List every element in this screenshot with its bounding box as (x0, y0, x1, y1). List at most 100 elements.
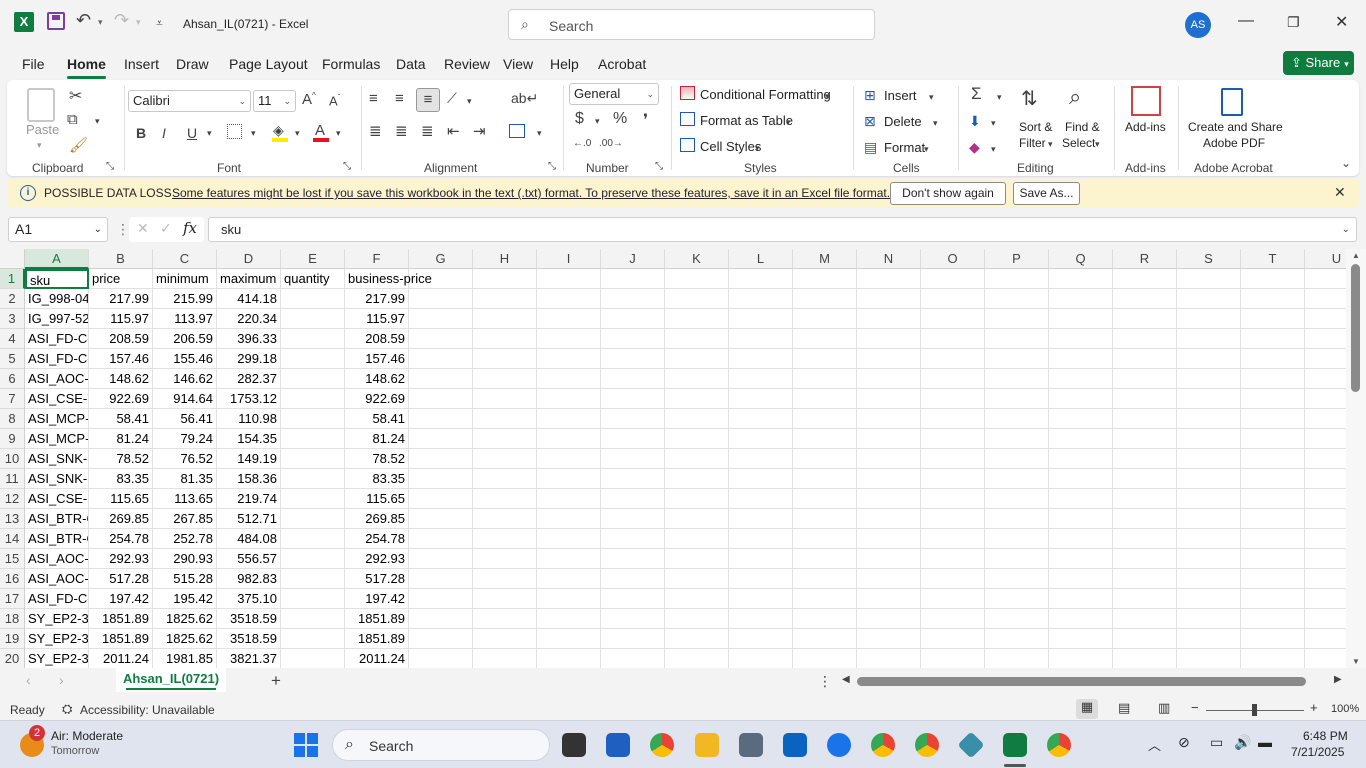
table-cell[interactable] (1049, 589, 1113, 609)
table-cell[interactable] (1177, 589, 1241, 609)
table-cell[interactable] (985, 569, 1049, 589)
paste-icon[interactable] (27, 88, 55, 122)
dialog-launcher-icon[interactable]: ⤡ (548, 161, 556, 172)
table-cell[interactable] (601, 649, 665, 669)
insert-cells-button[interactable]: Insert (884, 88, 917, 103)
table-cell[interactable]: 115.65 (89, 489, 153, 509)
tab-data[interactable]: Data (396, 56, 426, 72)
table-cell[interactable]: 110.98 (217, 409, 281, 429)
more-icon[interactable]: ⋮ (116, 221, 130, 238)
table-cell[interactable] (857, 409, 921, 429)
table-cell[interactable] (1113, 429, 1177, 449)
delete-cells-button[interactable]: Delete (884, 114, 922, 129)
table-cell[interactable] (1049, 529, 1113, 549)
table-cell[interactable] (665, 529, 729, 549)
table-cell[interactable]: 3821.37 (217, 649, 281, 669)
table-cell[interactable]: 375.10 (217, 589, 281, 609)
table-cell[interactable] (921, 609, 985, 629)
table-cell[interactable] (473, 389, 537, 409)
header-cell[interactable] (985, 269, 1049, 289)
chevron-down-icon[interactable]: ▾ (997, 92, 1002, 103)
table-cell[interactable]: 78.52 (89, 449, 153, 469)
merge-center-icon[interactable] (509, 124, 525, 138)
table-cell[interactable] (665, 409, 729, 429)
table-cell[interactable] (537, 349, 601, 369)
table-cell[interactable] (793, 349, 857, 369)
table-cell[interactable] (857, 369, 921, 389)
table-cell[interactable] (1241, 489, 1305, 509)
decrease-font-icon[interactable]: Aˇ (329, 93, 340, 108)
table-cell[interactable] (985, 549, 1049, 569)
chevron-down-icon[interactable]: ▾ (37, 140, 42, 151)
table-cell[interactable] (473, 609, 537, 629)
sort-filter-icon[interactable]: ⇅ (1021, 86, 1038, 111)
table-cell[interactable] (1113, 589, 1177, 609)
table-cell[interactable] (537, 389, 601, 409)
table-cell[interactable] (729, 529, 793, 549)
align-bottom-icon[interactable]: ≡ (416, 88, 440, 112)
table-cell[interactable]: ASI_CSE-7 (25, 389, 89, 409)
table-cell[interactable] (921, 309, 985, 329)
table-cell[interactable] (281, 309, 345, 329)
calculator-icon[interactable] (739, 733, 763, 757)
sort-filter-button[interactable]: Sort & (1019, 120, 1052, 134)
header-cell[interactable] (1177, 269, 1241, 289)
table-cell[interactable] (281, 589, 345, 609)
chevron-down-icon[interactable]: ▾ (336, 128, 341, 139)
table-cell[interactable]: 252.78 (153, 529, 217, 549)
table-cell[interactable] (729, 289, 793, 309)
table-cell[interactable]: 512.71 (217, 509, 281, 529)
table-cell[interactable]: ASI_MCP- (25, 409, 89, 429)
table-cell[interactable] (409, 549, 473, 569)
table-cell[interactable] (473, 289, 537, 309)
table-cell[interactable] (409, 529, 473, 549)
table-cell[interactable]: 148.62 (89, 369, 153, 389)
zoom-slider-handle[interactable] (1252, 704, 1257, 716)
table-cell[interactable] (1177, 389, 1241, 409)
format-painter-icon[interactable]: 🖌 (69, 136, 88, 154)
autosum-icon[interactable]: Σ (971, 84, 982, 104)
table-cell[interactable]: 208.59 (89, 329, 153, 349)
scroll-up-icon[interactable]: ▲ (1352, 251, 1360, 260)
display-icon[interactable]: ▭ (1210, 734, 1223, 751)
table-cell[interactable] (665, 569, 729, 589)
table-cell[interactable] (921, 289, 985, 309)
header-cell[interactable]: quantity (281, 269, 345, 289)
table-cell[interactable] (921, 589, 985, 609)
find-select-icon[interactable]: ⌕ (1069, 84, 1081, 110)
table-cell[interactable] (729, 589, 793, 609)
table-cell[interactable] (537, 489, 601, 509)
scroll-right-icon[interactable]: ▶ (1334, 674, 1342, 685)
table-cell[interactable] (1049, 629, 1113, 649)
table-cell[interactable] (665, 469, 729, 489)
increase-font-icon[interactable]: A^ (302, 91, 316, 108)
table-cell[interactable] (409, 309, 473, 329)
table-cell[interactable] (665, 649, 729, 669)
table-cell[interactable] (601, 569, 665, 589)
zoom-level[interactable]: 100% (1331, 703, 1359, 715)
table-cell[interactable]: 254.78 (89, 529, 153, 549)
table-cell[interactable] (665, 609, 729, 629)
normal-view-icon[interactable]: ▦ (1076, 699, 1098, 719)
table-cell[interactable]: ASI_AOC-S (25, 549, 89, 569)
create-pdf-label[interactable]: Adobe PDF (1203, 136, 1265, 150)
table-cell[interactable] (921, 509, 985, 529)
network-icon[interactable]: ⊘ (1178, 734, 1190, 751)
save-icon[interactable] (47, 12, 65, 30)
table-cell[interactable] (601, 509, 665, 529)
dialog-launcher-icon[interactable]: ⤡ (343, 161, 351, 172)
table-cell[interactable]: 115.97 (89, 309, 153, 329)
minimize-icon[interactable]: — (1238, 12, 1254, 30)
taskbar-time[interactable]: 6:48 PM (1303, 729, 1348, 743)
table-cell[interactable] (665, 509, 729, 529)
table-cell[interactable] (1177, 289, 1241, 309)
table-cell[interactable]: 76.52 (153, 449, 217, 469)
taskbar-date[interactable]: 7/21/2025 (1291, 745, 1344, 759)
table-cell[interactable]: 56.41 (153, 409, 217, 429)
table-cell[interactable] (1177, 329, 1241, 349)
table-cell[interactable] (857, 589, 921, 609)
chrome-profile-icon[interactable] (915, 733, 939, 757)
table-cell[interactable] (1049, 469, 1113, 489)
table-cell[interactable] (1113, 389, 1177, 409)
table-cell[interactable]: 1753.12 (217, 389, 281, 409)
